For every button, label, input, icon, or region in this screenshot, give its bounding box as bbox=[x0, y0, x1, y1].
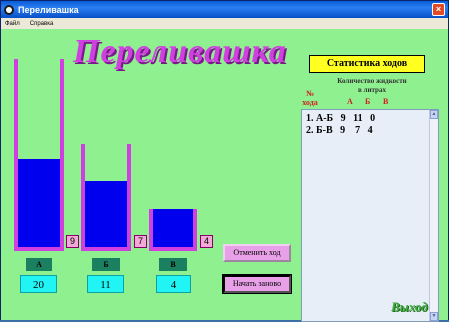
stats-subtitle-2: в литрах bbox=[358, 86, 386, 94]
move-number-header-2: хода bbox=[302, 98, 318, 107]
menu-help[interactable]: Справка bbox=[30, 21, 54, 27]
liquid-b bbox=[85, 181, 127, 247]
moves-list[interactable]: 1. А-Б 9 11 0 2. Б-В 9 7 4 ▲ ▼ bbox=[301, 109, 439, 322]
game-logo: Переливашка bbox=[73, 33, 287, 70]
vessel-b-capacity: 11 bbox=[87, 275, 124, 293]
app-icon bbox=[4, 4, 14, 15]
vessel-b-current: 7 bbox=[134, 235, 147, 248]
vessel-c-capacity: 4 bbox=[156, 275, 191, 293]
col-header-b: Б bbox=[365, 97, 371, 106]
vessel-b[interactable] bbox=[81, 144, 131, 251]
stats-title: Статистика ходов bbox=[309, 55, 425, 73]
restart-button[interactable]: Начать заново bbox=[222, 274, 292, 294]
exit-button[interactable]: Выход bbox=[391, 299, 428, 315]
close-button[interactable]: × bbox=[432, 3, 445, 16]
menu-bar: Файл Справка bbox=[1, 18, 448, 29]
vessel-a-current: 9 bbox=[66, 235, 79, 248]
window-title: Переливашка bbox=[18, 4, 79, 15]
undo-button[interactable]: Отменить ход bbox=[223, 244, 291, 262]
vessel-a[interactable] bbox=[14, 59, 64, 251]
liquid-c bbox=[153, 209, 193, 247]
title-bar[interactable]: Переливашка × bbox=[1, 1, 448, 18]
col-header-a: А bbox=[347, 97, 353, 106]
vessel-b-label: Б bbox=[92, 258, 120, 271]
app-window: Переливашка × Файл Справка Переливашка 9… bbox=[0, 0, 449, 322]
game-area: Переливашка 9 7 4 А Б В 20 11 4 Отменить… bbox=[1, 29, 448, 322]
stats-subtitle-1: Количество жидкости bbox=[337, 77, 407, 85]
vessel-c-label: В bbox=[159, 258, 187, 271]
vessel-a-capacity: 20 bbox=[20, 275, 57, 293]
vessel-c-current: 4 bbox=[200, 235, 213, 248]
menu-file[interactable]: Файл bbox=[5, 21, 20, 27]
vertical-scrollbar[interactable]: ▲ ▼ bbox=[429, 110, 438, 321]
scroll-up-arrow-icon[interactable]: ▲ bbox=[430, 110, 438, 119]
move-row: 2. Б-В 9 7 4 bbox=[306, 125, 373, 136]
vessel-c[interactable] bbox=[149, 209, 197, 251]
move-number-header-1: № bbox=[305, 89, 315, 98]
vessel-a-label: А bbox=[26, 258, 52, 271]
move-row: 1. А-Б 9 11 0 bbox=[306, 113, 376, 124]
liquid-a bbox=[18, 158, 60, 247]
col-header-c: В bbox=[383, 97, 389, 106]
